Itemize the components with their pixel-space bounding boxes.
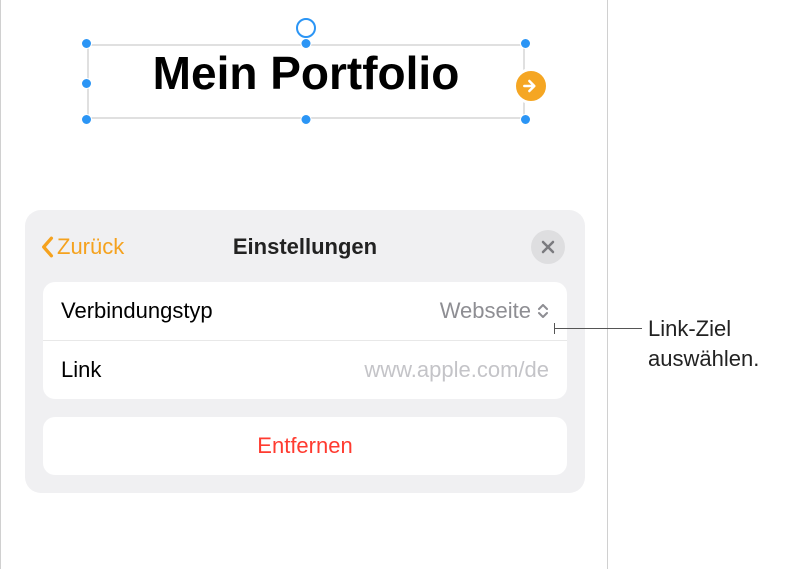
callout-line2: auswählen.	[648, 346, 759, 371]
selected-text-box[interactable]: Mein Portfolio	[81, 20, 531, 125]
updown-icon	[537, 304, 549, 318]
resize-handle-bm[interactable]	[301, 114, 312, 125]
back-label: Zurück	[57, 234, 124, 260]
callout-line1: Link-Ziel	[648, 316, 731, 341]
connection-type-label: Verbindungstyp	[61, 298, 213, 324]
remove-label: Entfernen	[257, 433, 352, 458]
close-icon	[541, 240, 555, 254]
callout-text: Link-Ziel auswählen.	[648, 314, 759, 373]
resize-handle-br[interactable]	[520, 114, 531, 125]
popover-header: Zurück Einstellungen	[25, 226, 585, 282]
resize-handle-ml[interactable]	[81, 78, 92, 89]
resize-handle-bl[interactable]	[81, 114, 92, 125]
link-label: Link	[61, 357, 101, 383]
resize-handle-tl[interactable]	[81, 38, 92, 49]
link-indicator-icon[interactable]	[513, 68, 549, 104]
popover-title: Einstellungen	[233, 234, 377, 260]
canvas-area: Mein Portfolio Zurück Einstellungen	[0, 0, 608, 569]
connection-type-value-text: Webseite	[440, 298, 531, 324]
resize-handle-tr[interactable]	[520, 38, 531, 49]
link-row[interactable]: Link www.apple.com/de	[43, 340, 567, 399]
chevron-left-icon	[39, 236, 55, 258]
settings-section: Verbindungstyp Webseite Link www.apple.c…	[43, 282, 567, 399]
connection-type-row[interactable]: Verbindungstyp Webseite	[43, 282, 567, 340]
back-button[interactable]: Zurück	[39, 234, 124, 260]
link-value: www.apple.com/de	[364, 357, 549, 383]
close-button[interactable]	[531, 230, 565, 264]
connection-type-value: Webseite	[440, 298, 549, 324]
callout-leader-line	[554, 328, 642, 329]
rotation-handle[interactable]	[296, 18, 316, 38]
link-settings-popover: Zurück Einstellungen Verbindungstyp Webs…	[25, 210, 585, 493]
remove-button[interactable]: Entfernen	[43, 417, 567, 475]
text-box-content: Mein Portfolio	[153, 46, 460, 100]
